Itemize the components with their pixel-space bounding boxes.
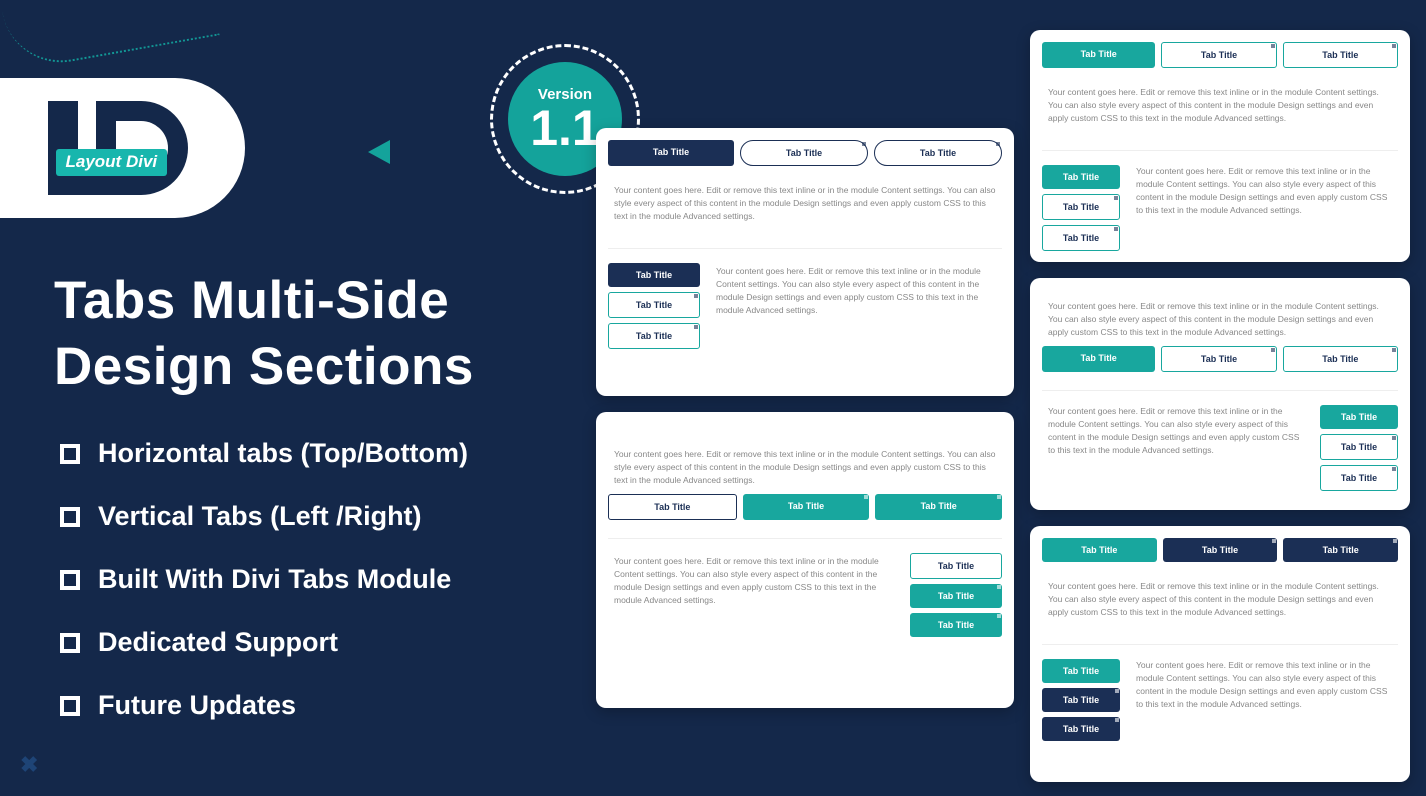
logo-card: Layout Divi	[0, 78, 245, 218]
tab-active[interactable]: Tab Title	[1042, 346, 1155, 372]
tab[interactable]: Tab Title	[1161, 42, 1276, 68]
tab[interactable]: Tab Title	[910, 613, 1002, 637]
preview-card-navy-top-left: Tab Title Tab Title Tab Title Your conte…	[596, 128, 1014, 396]
side-tabs: Tab Title Tab Title Tab Title	[608, 263, 700, 349]
tab[interactable]: Tab Title	[743, 494, 870, 520]
tab-active[interactable]: Tab Title	[1042, 42, 1155, 68]
tab-content: Your content goes here. Edit or remove t…	[608, 424, 1002, 494]
tab[interactable]: Tab Title	[1283, 346, 1398, 372]
bullet-icon	[60, 444, 80, 464]
tab-active[interactable]: Tab Title	[1042, 538, 1157, 562]
tab-content: Your content goes here. Edit or remove t…	[1042, 290, 1398, 346]
side-tabs: Tab Title Tab Title Tab Title	[910, 553, 1002, 637]
decorative-x-icon: ✖	[20, 752, 38, 778]
tab-row-top: Tab Title Tab Title Tab Title	[1042, 42, 1398, 68]
feature-item: Built With Divi Tabs Module	[60, 564, 468, 595]
tab-row-top: Tab Title Tab Title Tab Title	[608, 140, 1002, 166]
tab[interactable]: Tab Title	[1163, 538, 1278, 562]
tab-content: Your content goes here. Edit or remove t…	[1042, 76, 1398, 132]
preview-card-teal-bottom-right2: Your content goes here. Edit or remove t…	[1030, 278, 1410, 510]
tab-row-top: Tab Title Tab Title Tab Title	[1042, 538, 1398, 562]
tab-active[interactable]: Tab Title	[1320, 405, 1398, 429]
decorative-dotted-curve	[2, 0, 219, 72]
tab[interactable]: Tab Title	[1320, 434, 1398, 460]
tab-row-bottom: Tab Title Tab Title Tab Title	[608, 494, 1002, 520]
feature-item: Future Updates	[60, 690, 468, 721]
preview-card-teal-bottom-right: Your content goes here. Edit or remove t…	[596, 412, 1014, 708]
tab-content: Your content goes here. Edit or remove t…	[1042, 570, 1398, 626]
tab-content: Your content goes here. Edit or remove t…	[1042, 405, 1310, 491]
tab-content: Your content goes here. Edit or remove t…	[1130, 165, 1398, 251]
logo-text: Layout Divi	[56, 149, 168, 176]
tab-active[interactable]: Tab Title	[1042, 165, 1120, 189]
version-number: 1.1	[530, 103, 600, 153]
side-tabs: Tab Title Tab Title Tab Title	[1042, 165, 1120, 251]
preview-card-teal-top-left: Tab Title Tab Title Tab Title Your conte…	[1030, 30, 1410, 262]
tab[interactable]: Tab Title	[1161, 346, 1276, 372]
page-title: Tabs Multi-Side Design Sections	[54, 268, 474, 401]
logo-mark: Layout Divi	[48, 101, 198, 195]
tab[interactable]: Tab Title	[1283, 42, 1398, 68]
tab[interactable]: Tab Title	[875, 494, 1002, 520]
tab-active[interactable]: Tab Title	[1042, 659, 1120, 683]
tabs-left-preview: Tab Title Tab Title Tab Title Your conte…	[608, 248, 1002, 349]
tab[interactable]: Tab Title	[608, 292, 700, 318]
decorative-triangle-icon	[368, 140, 390, 164]
bullet-icon	[60, 633, 80, 653]
side-tabs: Tab Title Tab Title Tab Title	[1320, 405, 1398, 491]
bullet-icon	[60, 696, 80, 716]
tabs-right-preview: Your content goes here. Edit or remove t…	[1042, 390, 1398, 491]
tab[interactable]: Tab Title	[1042, 194, 1120, 220]
tab-active[interactable]: Tab Title	[608, 263, 700, 287]
tab[interactable]: Tab Title	[740, 140, 868, 166]
side-tabs: Tab Title Tab Title Tab Title	[1042, 659, 1120, 741]
tab[interactable]: Tab Title	[1283, 538, 1398, 562]
bullet-icon	[60, 570, 80, 590]
tab-content: Your content goes here. Edit or remove t…	[608, 174, 1002, 230]
tab[interactable]: Tab Title	[910, 584, 1002, 608]
tab[interactable]: Tab Title	[1320, 465, 1398, 491]
tabs-left-preview: Tab Title Tab Title Tab Title Your conte…	[1042, 150, 1398, 251]
tab[interactable]: Tab Title	[1042, 717, 1120, 741]
tab-active[interactable]: Tab Title	[608, 494, 737, 520]
tab[interactable]: Tab Title	[1042, 688, 1120, 712]
tabs-left-preview: Tab Title Tab Title Tab Title Your conte…	[1042, 644, 1398, 741]
feature-item: Horizontal tabs (Top/Bottom)	[60, 438, 468, 469]
feature-item: Vertical Tabs (Left /Right)	[60, 501, 468, 532]
tab-active[interactable]: Tab Title	[608, 140, 734, 166]
feature-item: Dedicated Support	[60, 627, 468, 658]
tabs-right-preview: Your content goes here. Edit or remove t…	[608, 538, 1002, 637]
tab-content: Your content goes here. Edit or remove t…	[710, 263, 1002, 349]
feature-list: Horizontal tabs (Top/Bottom) Vertical Ta…	[60, 438, 468, 753]
tab-content: Your content goes here. Edit or remove t…	[1130, 659, 1398, 741]
tab[interactable]: Tab Title	[1042, 225, 1120, 251]
tab[interactable]: Tab Title	[874, 140, 1002, 166]
tab-row-bottom: Tab Title Tab Title Tab Title	[1042, 346, 1398, 372]
preview-card-mixed: Tab Title Tab Title Tab Title Your conte…	[1030, 526, 1410, 782]
tab-active[interactable]: Tab Title	[910, 553, 1002, 579]
bullet-icon	[60, 507, 80, 527]
tab-content: Your content goes here. Edit or remove t…	[608, 553, 900, 637]
tab[interactable]: Tab Title	[608, 323, 700, 349]
